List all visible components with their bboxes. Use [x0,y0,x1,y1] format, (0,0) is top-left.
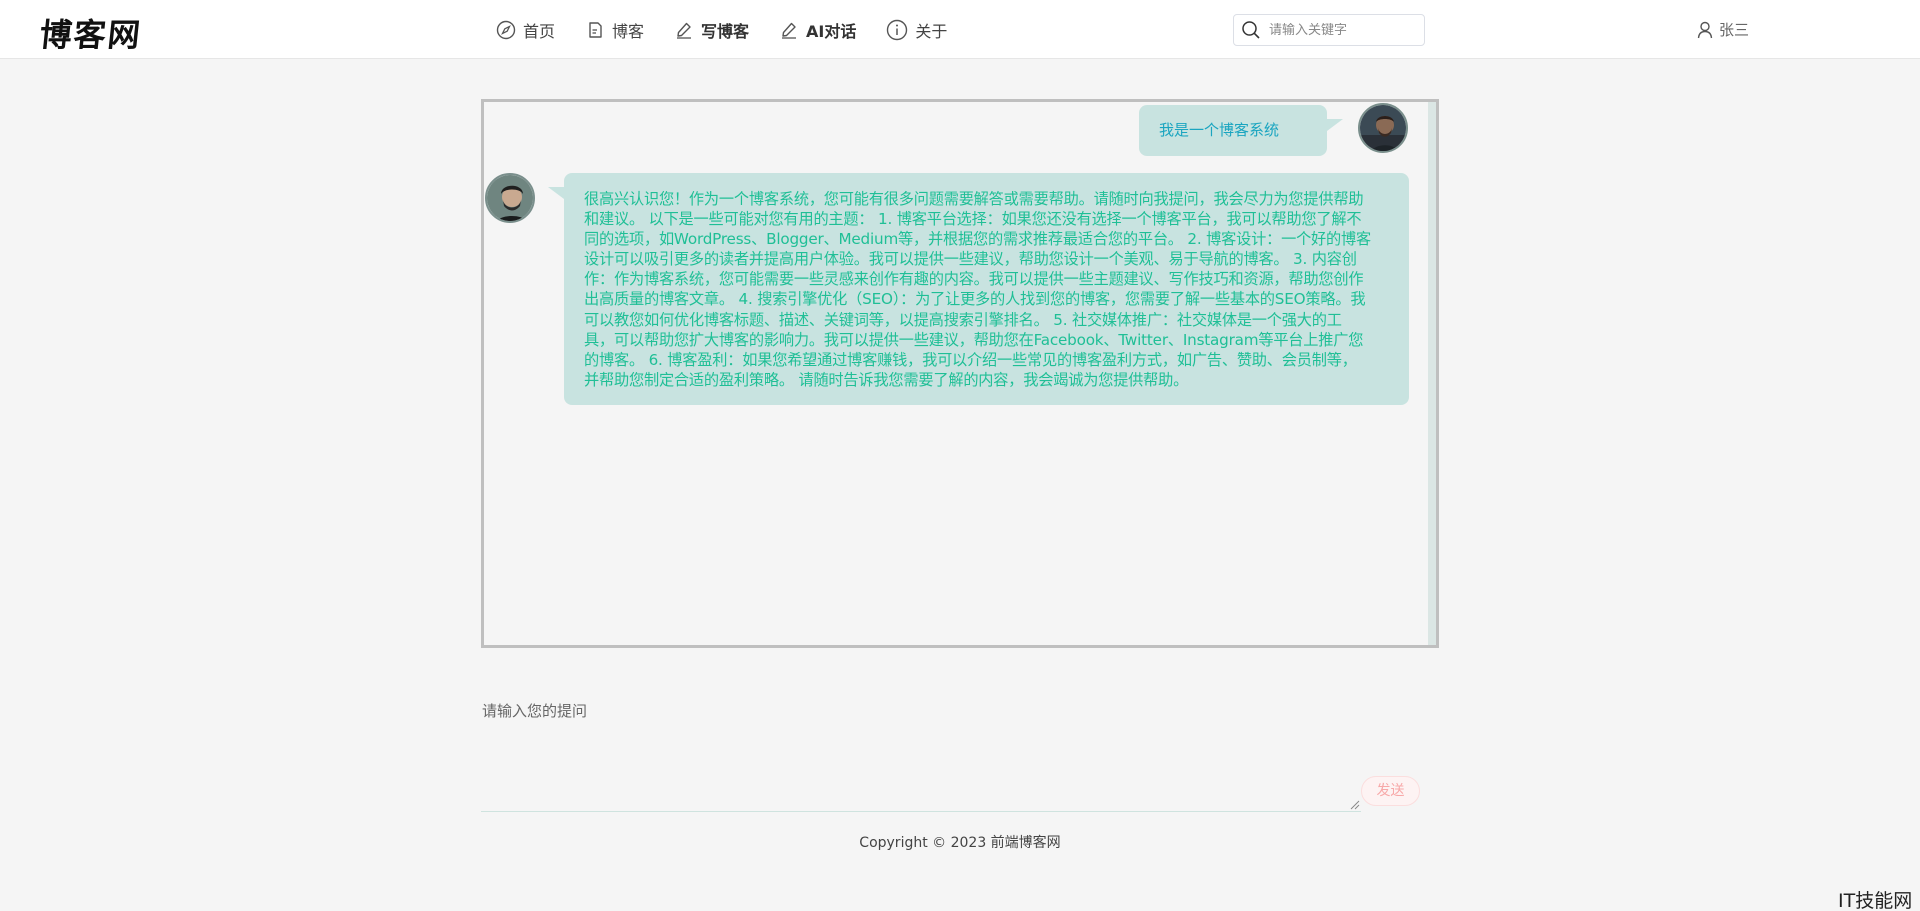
send-button[interactable]: 发送 [1361,776,1420,806]
document-icon [589,21,602,38]
nav-item-blog[interactable]: 博客 [585,0,644,59]
info-icon [887,19,908,40]
user-avatar [1358,103,1408,153]
search-box[interactable] [1233,14,1425,46]
top-navbar: 博客网 首页 博客 写博客 AI对话 关于 请输入关键字 张三 [0,0,1920,59]
nav-item-label: AI对话 [806,21,857,41]
user-menu[interactable]: 张三 [1697,19,1749,40]
search-input[interactable] [1269,22,1409,38]
resize-grip-icon[interactable] [1350,800,1360,810]
chat-scrollbar[interactable] [1428,102,1436,645]
chat-history-panel[interactable]: 我是一个博客系统 很高兴认识您！作为一个博客系统，您可能有很多问题需要解答或需要… [481,99,1439,648]
nav-item-home[interactable]: 首页 [496,0,555,59]
avatar-image [1360,105,1406,151]
nav-item-write-blog[interactable]: 写博客 [674,0,749,59]
nav-item-about[interactable]: 关于 [886,0,947,59]
assistant-avatar [485,173,535,223]
watermark: IT技能网 [1838,890,1913,911]
user-name: 张三 [1719,21,1750,39]
question-input[interactable] [481,690,1361,812]
nav-item-label: 关于 [915,21,948,41]
message-text: 我是一个博客系统 [1159,121,1280,139]
compass-icon [496,20,516,39]
nav-item-label: 写博客 [701,21,750,41]
user-message-bubble: 我是一个博客系统 [1139,105,1343,156]
user-icon [1697,21,1713,38]
site-logo[interactable]: 博客网 [38,10,145,56]
nav-item-label: 博客 [612,21,645,41]
nav-item-ai-chat[interactable]: AI对话 [779,0,856,59]
pen-icon [782,22,797,39]
search-icon [1242,21,1260,39]
pen-icon [677,22,692,39]
main-nav: 首页 博客 写博客 AI对话 关于 [496,0,977,59]
avatar-image [487,175,533,221]
footer-copyright: Copyright © 2023 前端博客网 [859,835,1061,851]
message-text: 很高兴认识您！作为一个博客系统，您可能有很多问题需要解答或需要帮助。请随时向我提… [584,190,1372,389]
nav-item-label: 首页 [523,21,556,41]
assistant-message-bubble: 很高兴认识您！作为一个博客系统，您可能有很多问题需要解答或需要帮助。请随时向我提… [548,173,1409,405]
